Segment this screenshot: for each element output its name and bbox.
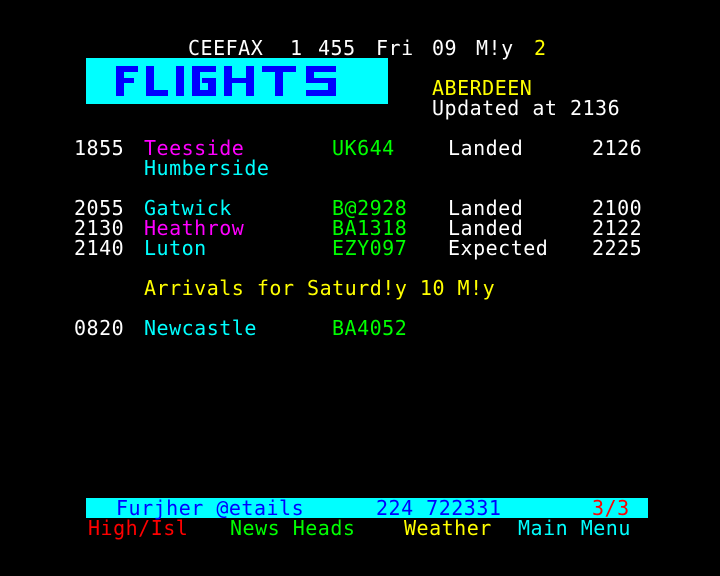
scheduled-time: 1855 <box>74 136 125 160</box>
flight-number: B@2928 <box>332 196 408 220</box>
scheduled-time: 2130 <box>74 216 125 240</box>
details-bar: Furjher @etails 224 722331 3/3 <box>86 498 648 518</box>
actual-time: 2122 <box>592 216 643 240</box>
header-day: Fri <box>376 36 414 60</box>
actual-time: 2225 <box>592 236 643 260</box>
flight-status: Landed <box>448 216 524 240</box>
header-month: M!y <box>476 36 514 60</box>
actual-time: 2100 <box>592 196 643 220</box>
fastext-cyan-link[interactable]: Main Menu <box>518 518 631 538</box>
flights-logo <box>86 58 388 104</box>
subpage-counter: 3/3 <box>592 496 630 520</box>
scheduled-time: 0820 <box>74 316 125 340</box>
origin-via: Humberside <box>144 156 270 180</box>
origin: Heathrow <box>144 216 245 240</box>
origin: Gatwick <box>144 196 232 220</box>
flight-number: BA4052 <box>332 316 408 340</box>
flight-number: UK644 <box>332 136 395 160</box>
flight-status: Landed <box>448 196 524 220</box>
flight-status: Landed <box>448 136 524 160</box>
details-phone: 224 722331 <box>376 496 502 520</box>
flight-status: Expected <box>448 236 549 260</box>
flights-logo-graphic <box>116 66 336 96</box>
header-page-number: 455 <box>318 36 356 60</box>
next-day-heading: Arrivals for Saturd!y 10 M!y <box>144 276 496 300</box>
updated-time: Updated at 2136 <box>432 96 621 120</box>
flight-number: BA1318 <box>332 216 408 240</box>
header-clock: 2 <box>534 36 547 60</box>
scheduled-time: 2055 <box>74 196 125 220</box>
origin: Luton <box>144 236 207 260</box>
fastext-red-link[interactable]: High/Isl <box>88 518 188 538</box>
origin: Teesside <box>144 136 245 160</box>
flight-number: EZY097 <box>332 236 408 260</box>
origin: Newcastle <box>144 316 257 340</box>
scheduled-time: 2140 <box>74 236 125 260</box>
fastext-green-link[interactable]: News Heads <box>230 518 355 538</box>
header-magazine: 1 <box>290 36 303 60</box>
details-label: Furjher @etails <box>116 496 305 520</box>
header-date: 09 <box>432 36 458 60</box>
header-service: CEEFAX <box>188 36 264 60</box>
fastext-yellow-link[interactable]: Weather <box>404 518 492 538</box>
actual-time: 2126 <box>592 136 643 160</box>
airport-name: ABERDEEN <box>432 76 533 100</box>
